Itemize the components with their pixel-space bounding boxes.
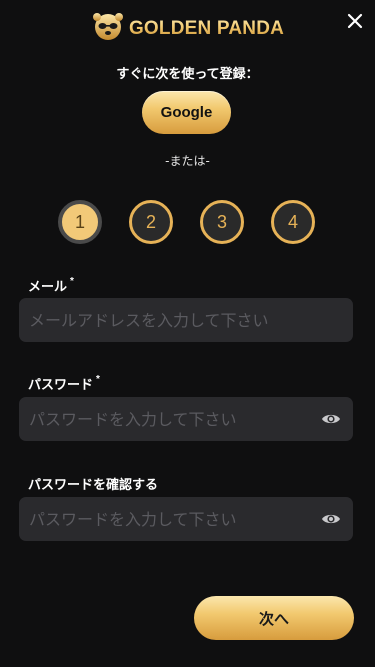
step-2[interactable]: 2 — [129, 200, 173, 244]
required-mark: * — [70, 276, 74, 287]
signup-with-label: すぐに次を使って登録： — [116, 67, 259, 82]
next-button[interactable]: 次へ — [194, 596, 354, 640]
google-signup-button[interactable]: Google — [142, 91, 231, 134]
step-3[interactable]: 3 — [200, 200, 244, 244]
step-1[interactable]: 1 — [58, 200, 102, 244]
email-field[interactable] — [29, 310, 341, 330]
password-label: パスワード * — [28, 374, 100, 393]
brand-name: GOLDEN PANDA — [128, 18, 285, 39]
brand-logo: GOLDEN PANDA — [0, 12, 375, 46]
eye-icon[interactable] — [321, 512, 341, 526]
confirm-password-label: パスワードを確認する — [28, 477, 159, 492]
confirm-password-field-wrap — [19, 497, 353, 541]
password-label-text: パスワード — [28, 377, 94, 392]
email-label: メール * — [28, 276, 74, 295]
or-divider: -または- — [165, 154, 210, 168]
panda-coin-icon — [91, 12, 125, 46]
confirm-password-field[interactable] — [29, 509, 321, 529]
step-indicator: 1 2 3 4 — [58, 200, 318, 244]
required-mark: * — [96, 374, 100, 385]
email-field-wrap — [19, 298, 353, 342]
password-field-wrap — [19, 397, 353, 441]
password-field[interactable] — [29, 409, 321, 429]
email-label-text: メール — [28, 279, 68, 294]
step-4[interactable]: 4 — [271, 200, 315, 244]
signup-screen: GOLDEN PANDA すぐに次を使って登録： Google -または- 1 … — [0, 0, 375, 667]
eye-icon[interactable] — [321, 412, 341, 426]
